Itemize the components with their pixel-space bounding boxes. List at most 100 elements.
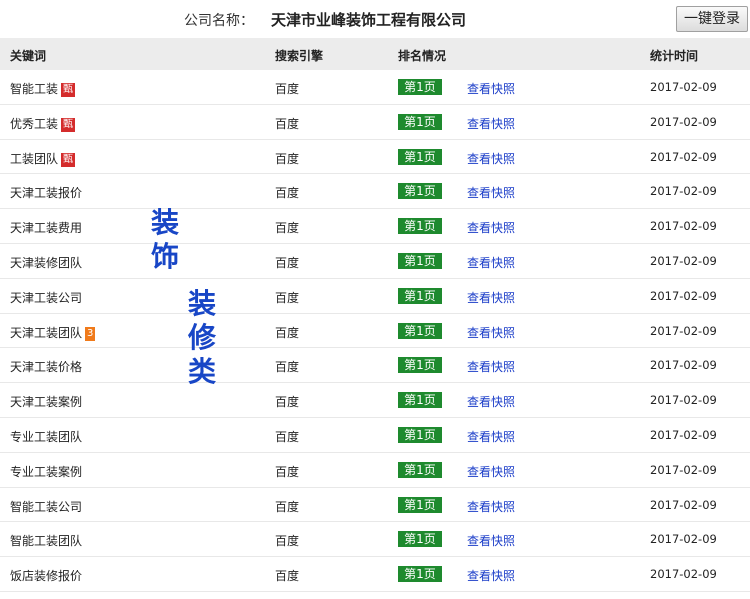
- table-row: 饭店装修报价 百度 第1页 查看快照 2017-02-09: [0, 557, 750, 592]
- rank-badge: 第1页: [398, 531, 442, 548]
- view-snapshot-link[interactable]: 查看快照: [467, 567, 515, 584]
- keyword-text: 天津工装公司: [10, 290, 83, 305]
- table-row: 专业工装团队 百度 第1页 查看快照 2017-02-09: [0, 418, 750, 453]
- keyword-cell: 工装团队甄: [10, 150, 76, 167]
- keyword-text: 智能工装: [10, 82, 59, 96]
- featured-badge: 甄: [61, 117, 76, 132]
- table-row: 天津工装报价 百度 第1页 查看快照 2017-02-09: [0, 174, 750, 210]
- search-engine-cell: 百度: [275, 116, 300, 131]
- search-engine-cell: 百度: [275, 255, 300, 270]
- table-header: 关键词 搜索引擎 排名情况 统计时间: [0, 38, 750, 70]
- table-row: 天津装修团队 百度 第1页 查看快照 2017-02-09: [0, 244, 750, 279]
- keyword-cell: 饭店装修报价: [10, 567, 82, 584]
- keyword-cell: 天津装修团队: [10, 254, 82, 271]
- rank-badge: 第1页: [398, 287, 442, 304]
- view-snapshot-link[interactable]: 查看快照: [467, 289, 515, 306]
- keyword-cell: 天津工装报价: [10, 184, 82, 201]
- search-engine-cell: 百度: [275, 534, 300, 549]
- stat-date-cell: 2017-02-09: [650, 497, 717, 512]
- column-header-rank: 排名情况: [398, 49, 447, 63]
- view-snapshot-link[interactable]: 查看快照: [467, 80, 515, 97]
- view-snapshot-link[interactable]: 查看快照: [467, 115, 515, 132]
- stat-date-cell: 2017-02-09: [650, 80, 717, 94]
- keyword-text: 天津工装价格: [10, 360, 83, 375]
- view-snapshot-link[interactable]: 查看快照: [467, 393, 515, 410]
- stat-date-cell: 2017-02-09: [650, 219, 717, 234]
- search-engine-cell: 百度: [275, 499, 300, 514]
- rank-badge: 第1页: [398, 566, 442, 583]
- table-row: 智能工装团队 百度 第1页 查看快照 2017-02-09: [0, 522, 750, 558]
- search-engine-cell: 百度: [275, 395, 300, 410]
- rank-badge: 第1页: [398, 218, 442, 235]
- view-snapshot-link[interactable]: 查看快照: [467, 254, 515, 271]
- search-engine-cell: 百度: [275, 429, 300, 444]
- rank-badge: 第1页: [398, 148, 442, 165]
- keyword-cell: 优秀工装甄: [10, 115, 76, 132]
- rank-badge: 第1页: [398, 392, 442, 409]
- overlay-char: 饰: [151, 240, 180, 273]
- table-body: 智能工装甄百度 第1页 查看快照 2017-02-09 优秀工装甄百度 第1页 查看快照 20…: [0, 70, 750, 592]
- table-row: 智能工装甄 百度 第1页 查看快照 2017-02-09: [0, 70, 750, 105]
- table-row: 天津工装价格 百度 第1页 查看快照 2017-02-09: [0, 348, 750, 384]
- keyword-cell: 智能工装甄: [10, 80, 76, 97]
- keyword-cell: 天津工装费用: [10, 219, 82, 236]
- one-click-login-button[interactable]: 一键登录: [676, 6, 748, 32]
- keyword-text: 工装团队: [10, 151, 59, 166]
- stat-date-cell: 2017-02-09: [650, 149, 717, 164]
- keyword-cell: 天津工装公司: [10, 289, 82, 306]
- rank-badge: 第1页: [398, 113, 442, 130]
- rank-badge: 第1页: [398, 252, 442, 269]
- rank-badge: 第1页: [398, 183, 442, 200]
- company-label: 公司名称：: [184, 13, 254, 29]
- keyword-cell: 专业工装案例: [10, 463, 82, 480]
- top-bar: 公司名称： 天津市业峰装饰工程有限公司 一键登录: [0, 0, 750, 38]
- column-header-keyword: 关键词: [10, 49, 47, 63]
- table-row: 天津工装案例 百度 第1页 查看快照 2017-02-09: [0, 383, 750, 418]
- keyword-cell: 天津工装案例: [10, 393, 82, 410]
- overlay-char: 类: [188, 355, 217, 388]
- search-engine-cell: 百度: [275, 82, 300, 96]
- keyword-text: 天津工装费用: [10, 221, 83, 236]
- view-snapshot-link[interactable]: 查看快照: [467, 532, 515, 549]
- overlay-char: 装: [188, 287, 217, 320]
- table-row: 工装团队甄 百度 第1页 查看快照 2017-02-09: [0, 140, 750, 175]
- rank-badge: 第1页: [398, 461, 442, 478]
- stat-date-cell: 2017-02-09: [650, 288, 717, 303]
- stat-date-cell: 2017-02-09: [650, 323, 717, 338]
- keyword-cell: 专业工装团队: [10, 428, 82, 445]
- search-engine-cell: 百度: [275, 464, 300, 479]
- keyword-text: 优秀工装: [10, 116, 59, 131]
- rank-badge: 第1页: [398, 322, 442, 339]
- stat-date-cell: 2017-02-09: [650, 358, 717, 373]
- view-snapshot-link[interactable]: 查看快照: [467, 463, 515, 480]
- view-snapshot-link[interactable]: 查看快照: [467, 358, 515, 375]
- keyword-text: 天津工装报价: [10, 186, 83, 201]
- stat-date-cell: 2017-02-09: [650, 567, 717, 582]
- rank-badge: 第1页: [398, 79, 442, 95]
- keyword-cell: 天津工装价格: [10, 358, 82, 375]
- view-snapshot-link[interactable]: 查看快照: [467, 498, 515, 515]
- stat-date-cell: 2017-02-09: [650, 532, 717, 547]
- table-row: 天津工装费用 百度 第1页 查看快照 2017-02-09: [0, 209, 750, 244]
- keyword-text: 天津工装团队: [10, 325, 83, 340]
- keyword-text: 智能工装团队: [10, 534, 83, 549]
- column-header-engine: 搜索引擎: [275, 49, 324, 63]
- search-engine-cell: 百度: [275, 221, 300, 236]
- view-snapshot-link[interactable]: 查看快照: [467, 150, 515, 167]
- overlay-char: 修: [188, 321, 217, 354]
- view-snapshot-link[interactable]: 查看快照: [467, 184, 515, 201]
- keyword-ranking-table: 关键词 搜索引擎 排名情况 统计时间 智能工装甄百度 第1页 查看快照 2017-02…: [0, 38, 750, 592]
- overlay-text-decoration: 装 饰: [151, 209, 179, 271]
- stat-date-cell: 2017-02-09: [650, 427, 717, 442]
- search-engine-cell: 百度: [275, 325, 300, 340]
- stat-date-cell: 2017-02-09: [650, 184, 717, 199]
- view-snapshot-link[interactable]: 查看快照: [467, 428, 515, 445]
- column-header-date: 统计时间: [650, 49, 699, 63]
- view-snapshot-link[interactable]: 查看快照: [467, 219, 515, 236]
- view-snapshot-link[interactable]: 查看快照: [467, 324, 515, 341]
- company-name: 天津市业峰装饰工程有限公司: [271, 11, 467, 29]
- keyword-cell: 智能工装团队: [10, 532, 82, 549]
- keyword-text: 天津工装案例: [10, 395, 83, 410]
- table-row: 专业工装案例 百度 第1页 查看快照 2017-02-09: [0, 453, 750, 488]
- search-engine-cell: 百度: [275, 151, 300, 166]
